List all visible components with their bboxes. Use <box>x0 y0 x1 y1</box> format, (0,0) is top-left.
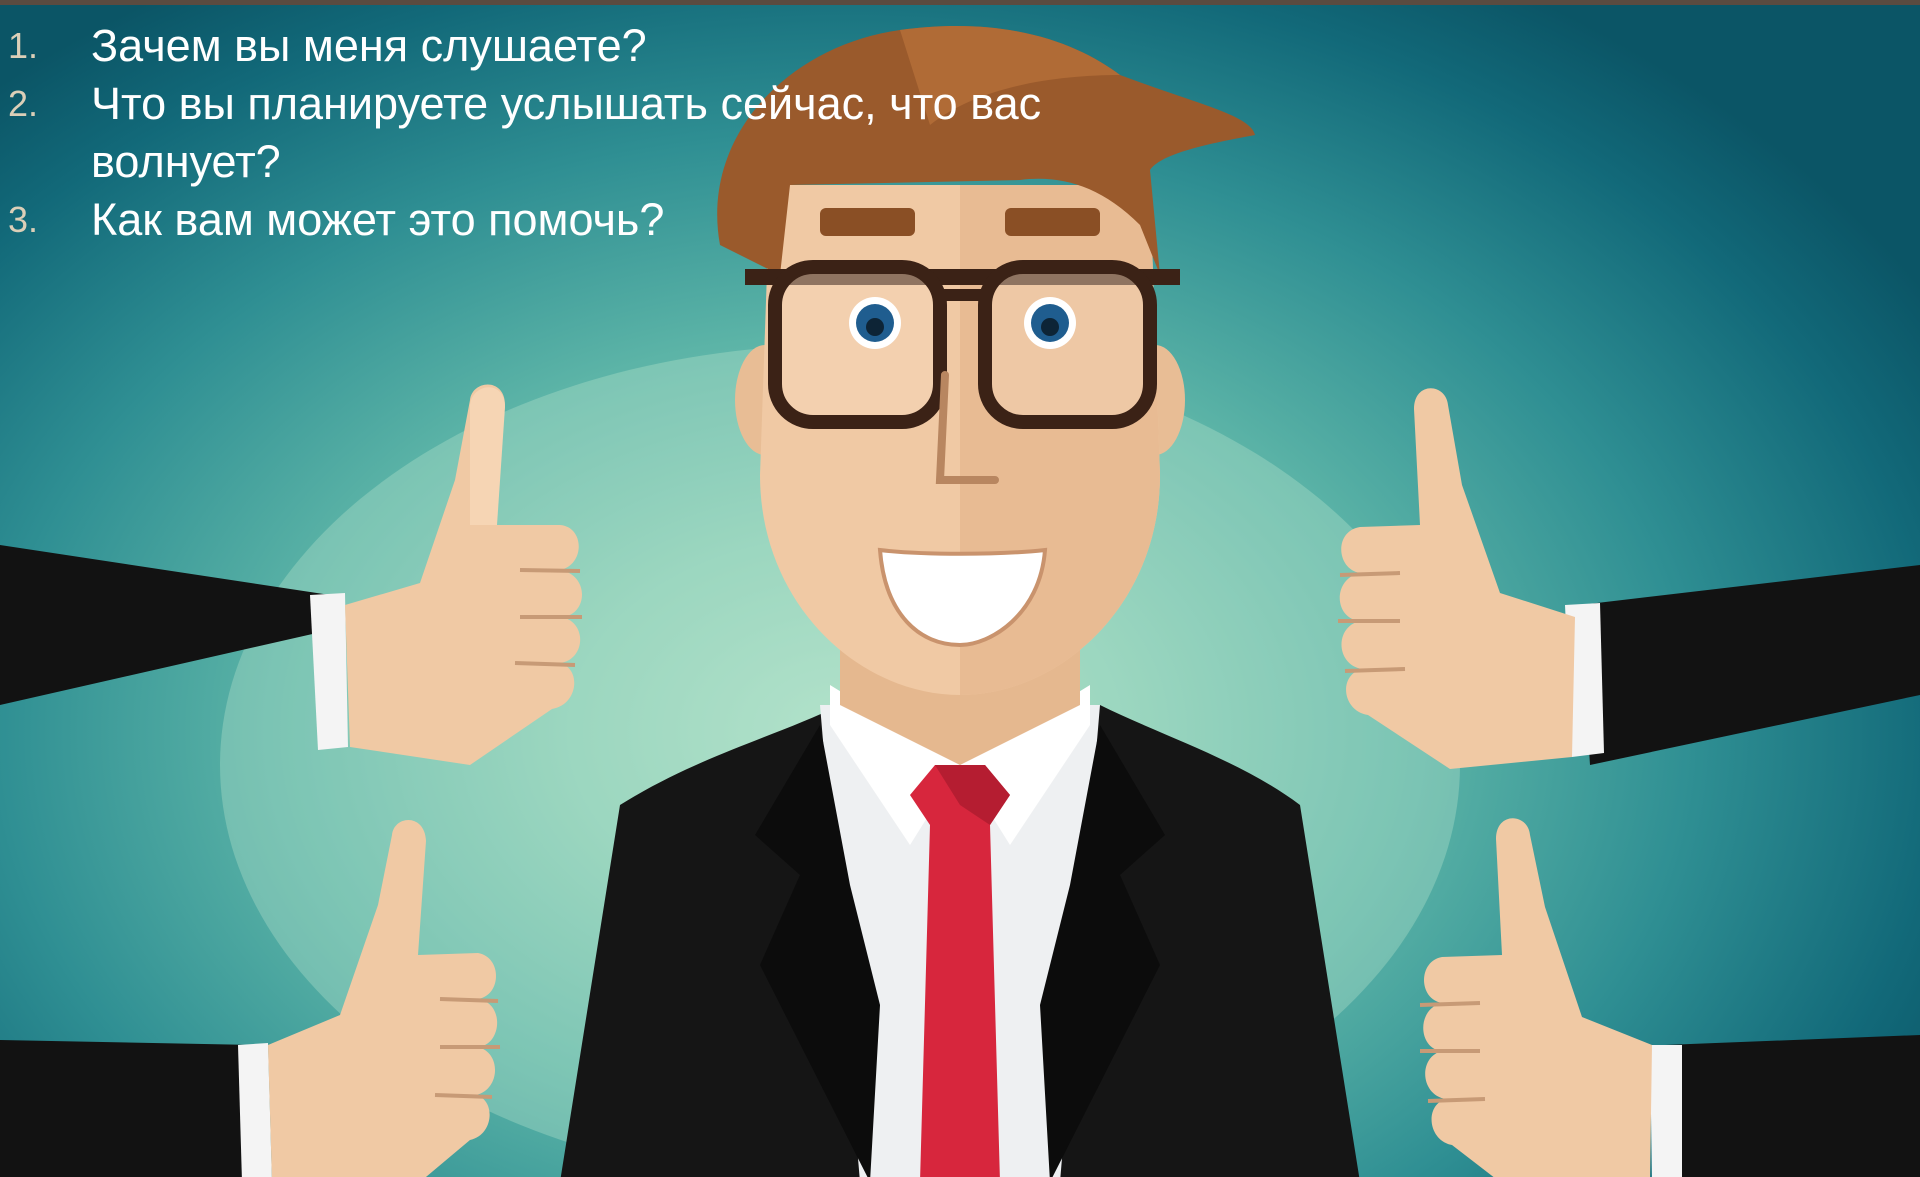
question-text: Зачем вы меня слушаете? <box>91 20 647 71</box>
thumbs-up-hand-right-lower <box>1419 818 1920 1177</box>
question-list: 1. Зачем вы меня слушаете? 2. Что вы пла… <box>0 17 1150 249</box>
list-item: 3. Как вам может это помочь? <box>0 191 1091 249</box>
question-text: Что вы планируете услышать сейчас, что в… <box>91 78 1042 187</box>
question-number: 1. <box>8 25 39 66</box>
question-number: 3. <box>8 199 39 240</box>
presentation-slide: 1. Зачем вы меня слушаете? 2. Что вы пла… <box>0 0 1920 1177</box>
list-item: 2. Что вы планируете услышать сейчас, чт… <box>0 75 1091 191</box>
thumbs-up-hand-right-upper <box>1338 388 1920 769</box>
question-number: 2. <box>8 83 39 124</box>
question-text: Как вам может это помочь? <box>91 194 665 245</box>
list-item: 1. Зачем вы меня слушаете? <box>0 17 1091 75</box>
